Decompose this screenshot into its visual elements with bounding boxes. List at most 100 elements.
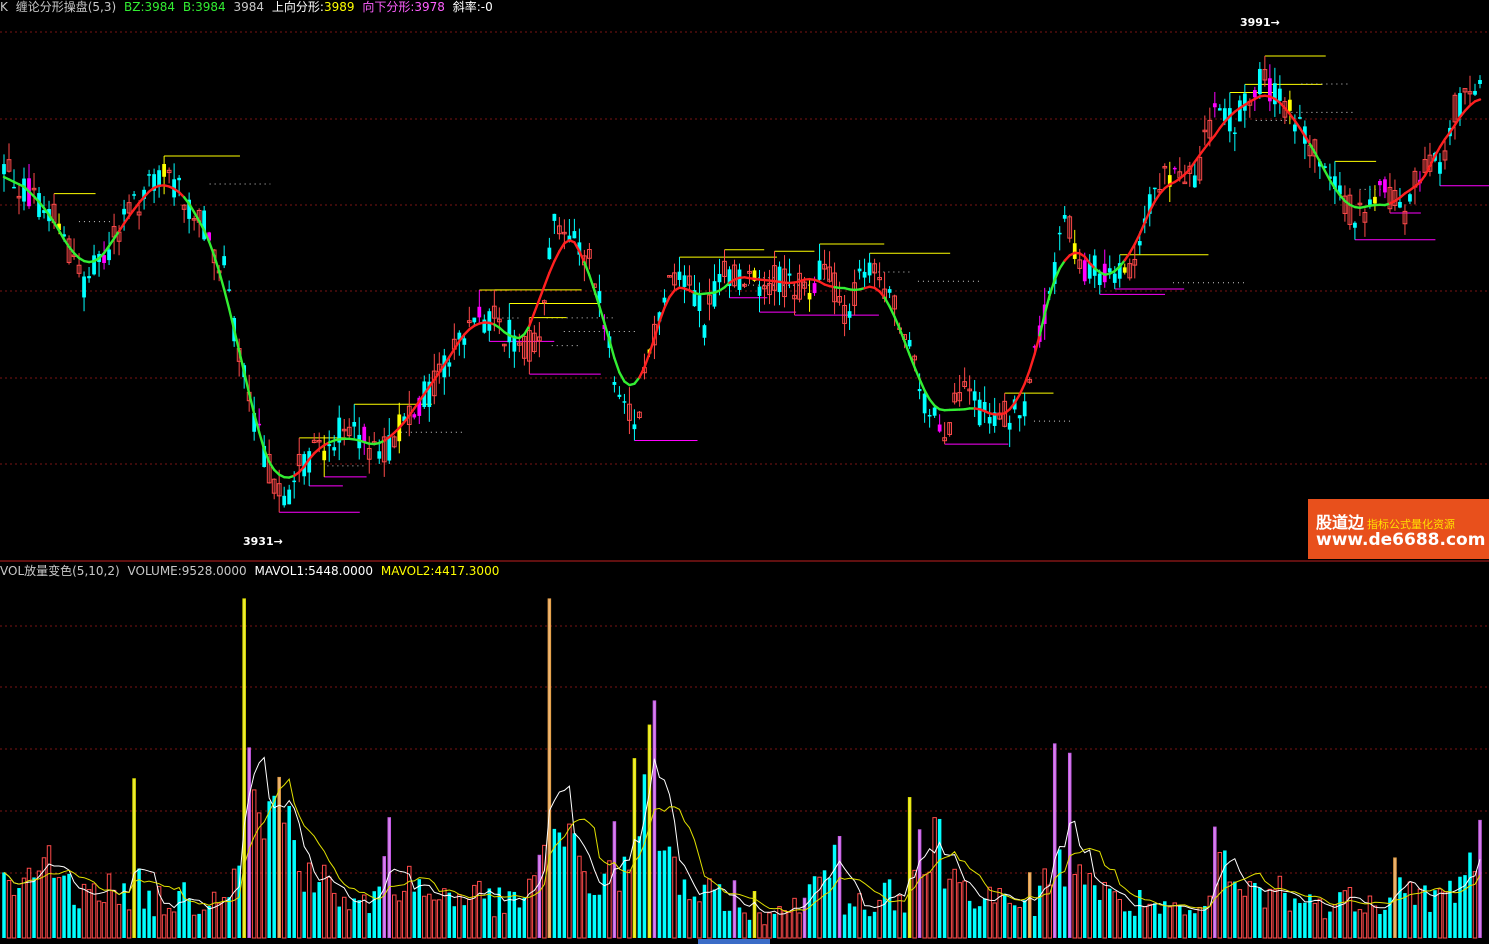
volume-bar [1287, 910, 1293, 939]
low-annotation: 3931→ [243, 535, 283, 548]
trend-segment [1428, 154, 1437, 168]
volume-bar [1147, 903, 1153, 939]
candle-body [447, 362, 452, 367]
volume-bar [152, 916, 156, 938]
volume-bar [707, 878, 712, 939]
volume-bar [46, 845, 52, 939]
trend-segment [1038, 312, 1046, 337]
candle-body [662, 297, 667, 303]
trend-segment [543, 271, 551, 288]
volume-bar [287, 805, 291, 938]
volume-bar [197, 913, 201, 938]
volume-bar [992, 902, 997, 939]
candle-body [867, 262, 872, 276]
volume-bar [662, 850, 667, 938]
candle-body [1252, 90, 1257, 98]
candle-body [1227, 108, 1232, 132]
candle-body [1212, 103, 1217, 108]
volume-spike-highlight [548, 599, 551, 937]
volume-bar [397, 900, 402, 939]
candle-body [917, 389, 922, 392]
volume-bar [902, 912, 907, 938]
volume-spike-highlight [838, 836, 841, 937]
volume-bar [957, 882, 962, 939]
slope-value: 斜率:-0 [452, 0, 493, 14]
volume-bar [256, 812, 262, 939]
trend-segment [1128, 242, 1136, 255]
candle-body [847, 311, 852, 318]
volume-bar [962, 880, 967, 939]
candle-body [612, 382, 617, 385]
volume-bar [17, 888, 21, 938]
candle-body [412, 414, 417, 418]
volume-bar [1283, 892, 1287, 938]
trend-segment [908, 353, 916, 369]
volume-bar [1272, 889, 1278, 939]
volume-bar [1308, 894, 1312, 938]
trend-segment [523, 324, 531, 336]
trend-segment [548, 259, 556, 275]
volume-spike-highlight [388, 818, 391, 937]
volume-bar [341, 896, 347, 939]
volume-bar [672, 856, 677, 939]
volume-bar [682, 879, 687, 938]
candle-body [287, 489, 292, 505]
volume-bar [772, 913, 777, 938]
candle-body [1287, 99, 1292, 111]
volume-bar [312, 892, 316, 938]
volume-bar [1188, 910, 1192, 938]
volume-bar [457, 894, 462, 939]
volume-spike-highlight [1053, 744, 1056, 937]
candle-body [757, 286, 762, 296]
candle-body [1473, 90, 1477, 95]
volume-bar [1077, 864, 1082, 939]
candle-body [12, 186, 16, 189]
volume-bar [722, 910, 727, 938]
trend-segment [1308, 142, 1317, 154]
b-value: B:3984 [182, 0, 226, 14]
chart-canvas[interactable] [0, 0, 1489, 944]
volume-bar [937, 818, 942, 938]
trend-segment [1143, 209, 1151, 224]
volume-spike-highlight [648, 725, 651, 937]
trend-segment [1423, 164, 1432, 177]
vol-indicator-name[interactable]: VOL放量变色(5,10,2) [0, 564, 120, 578]
trend-segment [1033, 334, 1041, 356]
volume-bar [62, 875, 66, 938]
candle-body [812, 283, 817, 294]
candle-body [717, 273, 722, 283]
volume-bar [357, 900, 361, 938]
trend-segment [1028, 352, 1036, 372]
volume-bar [1123, 911, 1127, 938]
volume-bar [977, 906, 982, 938]
trend-segment [1023, 368, 1031, 385]
trend-segment [242, 370, 251, 395]
volume-bar [717, 884, 722, 938]
volume-bar [1347, 886, 1353, 939]
volume-bar [6, 880, 12, 939]
scroll-indicator[interactable] [698, 939, 770, 944]
trend-segment [648, 336, 656, 355]
volume-bar [81, 883, 87, 939]
volume-bar [842, 914, 847, 938]
volume-bar [582, 871, 587, 939]
volume-spike-highlight [243, 599, 245, 937]
candle-body [1057, 232, 1062, 235]
trend-segment [603, 321, 611, 342]
volume-bar [642, 774, 647, 938]
indicator-name[interactable]: 缠论分形操盘(5,3) [16, 0, 116, 14]
candle-body [737, 269, 742, 290]
volume-spike-highlight [908, 798, 911, 937]
trend-segment [117, 222, 126, 233]
volume-bar [2, 872, 6, 938]
candle-body [1062, 215, 1067, 219]
kline-legend: K 缠论分形操盘(5,3) BZ:3984 B:3984 3984 上向分形:3… [0, 0, 497, 14]
volume-bar [587, 893, 592, 938]
volume-bar [1253, 882, 1257, 938]
volume-bar [207, 905, 211, 938]
volume-bar [1092, 885, 1097, 938]
trend-segment [1433, 145, 1442, 158]
candle-body [1298, 117, 1302, 119]
trend-segment [267, 460, 276, 472]
candle-body [1257, 68, 1262, 95]
